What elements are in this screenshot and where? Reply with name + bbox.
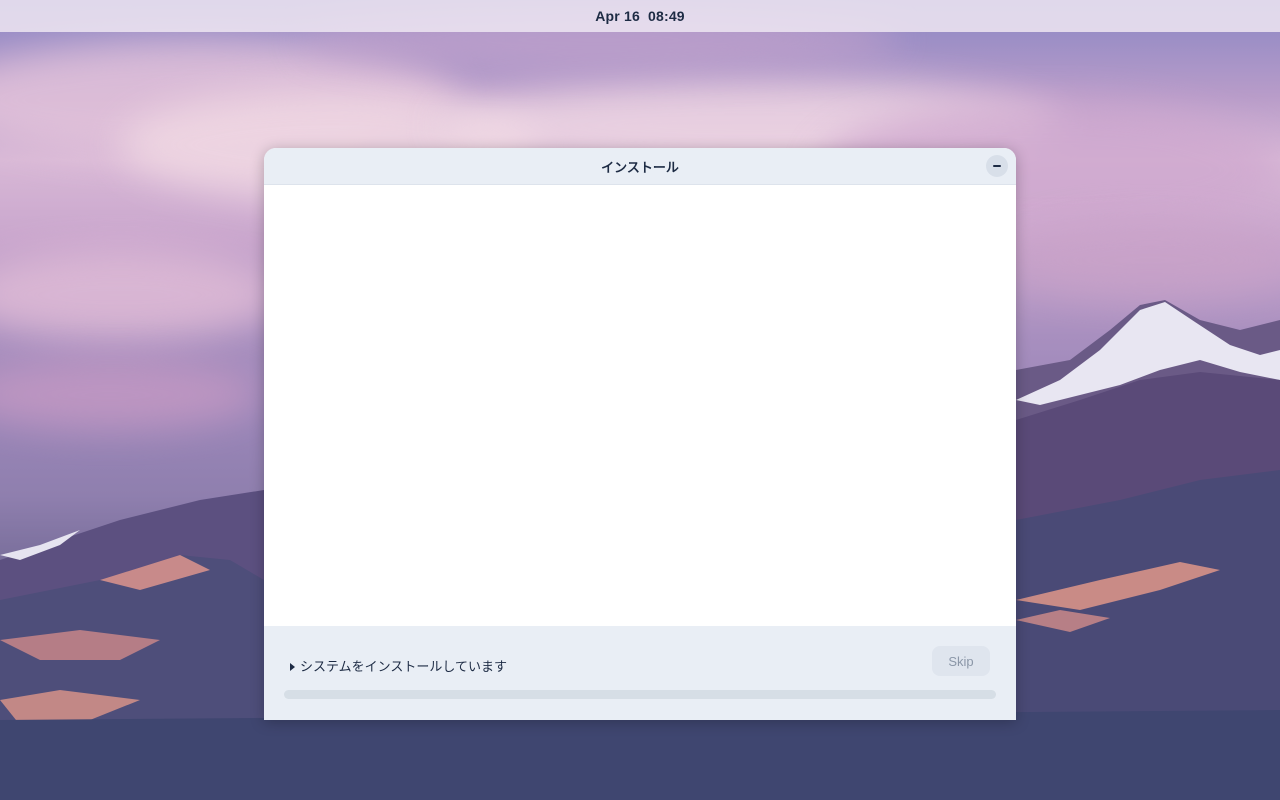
install-progress-bar <box>284 690 996 699</box>
window-footer: システムをインストールしています Skip <box>264 626 1016 720</box>
installer-window: インストール システムをインストールしています Skip <box>264 148 1016 720</box>
window-titlebar[interactable]: インストール <box>264 148 1016 185</box>
window-title: インストール <box>601 160 679 176</box>
desktop: Apr 16 08:49 インストール システムをインストールしています Skip <box>0 0 1280 800</box>
clock[interactable]: Apr 16 08:49 <box>595 8 685 24</box>
status-expander-row[interactable]: システムをインストールしています <box>290 656 507 675</box>
window-content-area <box>264 185 1016 627</box>
minimize-icon <box>993 165 1001 167</box>
install-status-text: システムをインストールしています <box>300 660 507 675</box>
top-bar: Apr 16 08:49 <box>0 0 1280 32</box>
skip-button[interactable]: Skip <box>932 646 990 676</box>
minimize-button[interactable] <box>986 155 1008 177</box>
clock-time: 08:49 <box>647 8 685 24</box>
clock-date: Apr 16 <box>595 8 640 24</box>
disclosure-triangle-icon[interactable] <box>290 662 295 671</box>
